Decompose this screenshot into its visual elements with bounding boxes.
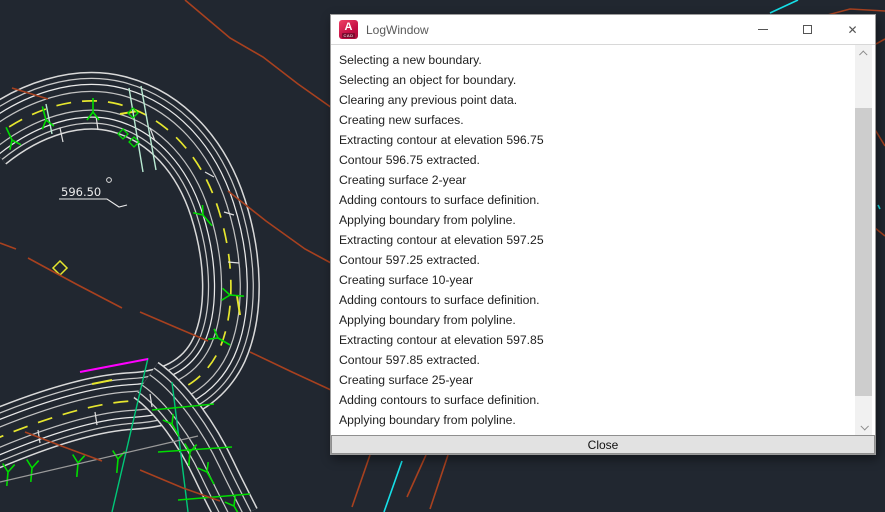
log-line: Creating surface 25-year bbox=[339, 373, 474, 387]
titlebar[interactable]: A CAD LogWindow ✕ bbox=[331, 15, 875, 45]
log-line: Selecting an object for boundary. bbox=[339, 73, 517, 87]
selected-segment bbox=[79, 358, 149, 373]
minimize-icon bbox=[757, 29, 768, 30]
log-line: Creating new surfaces. bbox=[339, 113, 464, 127]
window-title: LogWindow bbox=[366, 22, 429, 37]
log-line: Adding contours to surface definition. bbox=[339, 393, 540, 407]
log-content: Selecting a new boundary. Selecting an ob… bbox=[331, 45, 875, 435]
log-line: Extracting contour at elevation 598.13 bbox=[339, 430, 855, 435]
log-line: Extracting contour at elevation 597.25 bbox=[339, 233, 544, 247]
autocad-icon-letter: A bbox=[344, 20, 353, 33]
log-window-dialog: A CAD LogWindow ✕ Selecting a new bounda… bbox=[330, 14, 876, 455]
autocad-icon-sub: CAD bbox=[341, 32, 356, 38]
log-line: Contour 596.75 extracted. bbox=[339, 153, 480, 167]
log-line: Extracting contour at elevation 596.75 bbox=[339, 133, 544, 147]
scroll-down-button[interactable] bbox=[855, 418, 872, 435]
log-line: Adding contours to surface definition. bbox=[339, 193, 540, 207]
log-line: Adding contours to surface definition. bbox=[339, 293, 540, 307]
chevron-down-icon bbox=[859, 421, 869, 431]
log-line: Applying boundary from polyline. bbox=[339, 413, 516, 427]
log-line: Extracting contour at elevation 597.85 bbox=[339, 333, 544, 347]
scroll-up-button[interactable] bbox=[855, 45, 872, 62]
elevation-label-text: 596.50 bbox=[61, 185, 101, 199]
log-line: Contour 597.85 extracted. bbox=[339, 353, 480, 367]
chevron-up-icon bbox=[858, 49, 868, 59]
scrollbar-track[interactable] bbox=[855, 62, 872, 418]
log-line: Creating surface 2-year bbox=[339, 173, 467, 187]
log-line: Applying boundary from polyline. bbox=[339, 313, 516, 327]
log-line: Contour 597.25 extracted. bbox=[339, 253, 480, 267]
log-line: Applying boundary from polyline. bbox=[339, 213, 516, 227]
close-window-button[interactable]: ✕ bbox=[830, 15, 875, 45]
leader-node bbox=[106, 177, 112, 183]
log-line: Clearing any previous point data. bbox=[339, 93, 518, 107]
maximize-button[interactable] bbox=[785, 15, 830, 45]
log-message-list: Selecting a new boundary. Selecting an ob… bbox=[331, 45, 855, 435]
scrollbar-thumb[interactable] bbox=[855, 108, 872, 396]
maximize-icon bbox=[803, 25, 812, 34]
label-leader-line bbox=[59, 198, 128, 208]
log-line: Selecting a new boundary. bbox=[339, 53, 482, 67]
window-controls: ✕ bbox=[740, 15, 875, 45]
autocad-icon: A CAD bbox=[339, 20, 358, 39]
close-icon: ✕ bbox=[847, 22, 858, 37]
vertical-scrollbar[interactable] bbox=[855, 45, 872, 435]
cad-elevation-label: 596.50 bbox=[59, 177, 128, 208]
close-button[interactable]: Close bbox=[331, 435, 875, 454]
log-line: Creating surface 10-year bbox=[339, 273, 474, 287]
minimize-button[interactable] bbox=[740, 15, 785, 45]
